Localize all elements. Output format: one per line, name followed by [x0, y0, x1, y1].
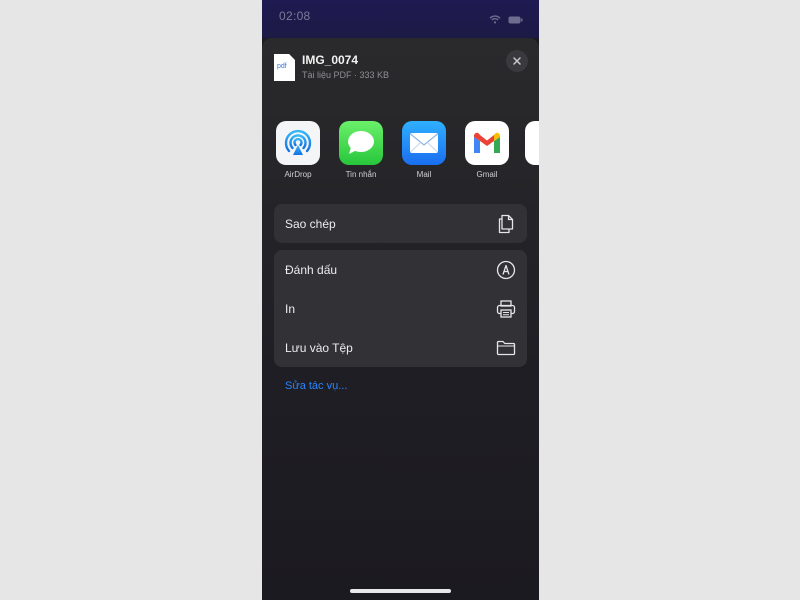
gmail-icon — [465, 121, 509, 165]
app-messages[interactable]: Tin nhắn — [336, 121, 386, 179]
app-mail[interactable]: Mail — [399, 121, 449, 179]
home-indicator[interactable] — [350, 589, 451, 593]
action-markup[interactable]: Đánh dấu — [274, 250, 527, 289]
action-group-primary: Sao chép — [274, 204, 527, 243]
share-sheet: pdf IMG_0074 Tài liệu PDF · 333 KB AirDr… — [262, 38, 539, 600]
action-label-print: In — [285, 301, 296, 316]
file-name: IMG_0074 — [302, 53, 359, 67]
action-label-save-to-files: Lưu vào Tệp — [285, 340, 353, 355]
status-time: 02:08 — [279, 9, 311, 23]
edit-actions-link[interactable]: Sửa tác vụ... — [285, 380, 347, 392]
battery-icon — [508, 11, 523, 29]
action-copy[interactable]: Sao chép — [274, 204, 527, 243]
close-icon — [513, 57, 521, 65]
action-group-secondary: Đánh dấu In Lưu vào Tệp — [274, 250, 527, 367]
action-label-copy: Sao chép — [285, 216, 336, 231]
app-airdrop[interactable]: AirDrop — [273, 121, 323, 179]
copy-icon — [496, 214, 516, 234]
share-apps-row: AirDrop Tin nhắn Mail Gmail — [273, 121, 539, 181]
wifi-icon — [489, 11, 501, 29]
action-label-markup: Đánh dấu — [285, 262, 338, 277]
app-label-gmail: Gmail — [476, 170, 498, 179]
airdrop-icon — [276, 121, 320, 165]
action-print[interactable]: In — [274, 289, 527, 328]
messages-icon — [339, 121, 383, 165]
printer-icon — [496, 299, 516, 319]
phone-screen: 02:08 pdf IMG_0074 Tài liệu PDF · 333 KB… — [262, 0, 539, 600]
pdf-file-icon: pdf — [274, 54, 295, 81]
action-save-to-files[interactable]: Lưu vào Tệp — [274, 328, 527, 367]
folder-icon — [496, 338, 516, 358]
app-more-partial[interactable] — [525, 121, 539, 165]
app-label-messages: Tin nhắn — [345, 170, 377, 179]
markup-icon — [496, 260, 516, 280]
more-app-icon — [525, 121, 539, 165]
status-bar: 02:08 — [262, 0, 539, 38]
status-icons — [489, 11, 523, 29]
mail-icon — [402, 121, 446, 165]
file-meta: Tài liệu PDF · 333 KB — [302, 70, 390, 80]
app-label-airdrop: AirDrop — [284, 170, 312, 179]
app-gmail[interactable]: Gmail — [462, 121, 512, 179]
app-label-mail: Mail — [416, 170, 432, 179]
close-button[interactable] — [506, 50, 528, 72]
pdf-thumbnail-label: pdf — [277, 63, 287, 70]
